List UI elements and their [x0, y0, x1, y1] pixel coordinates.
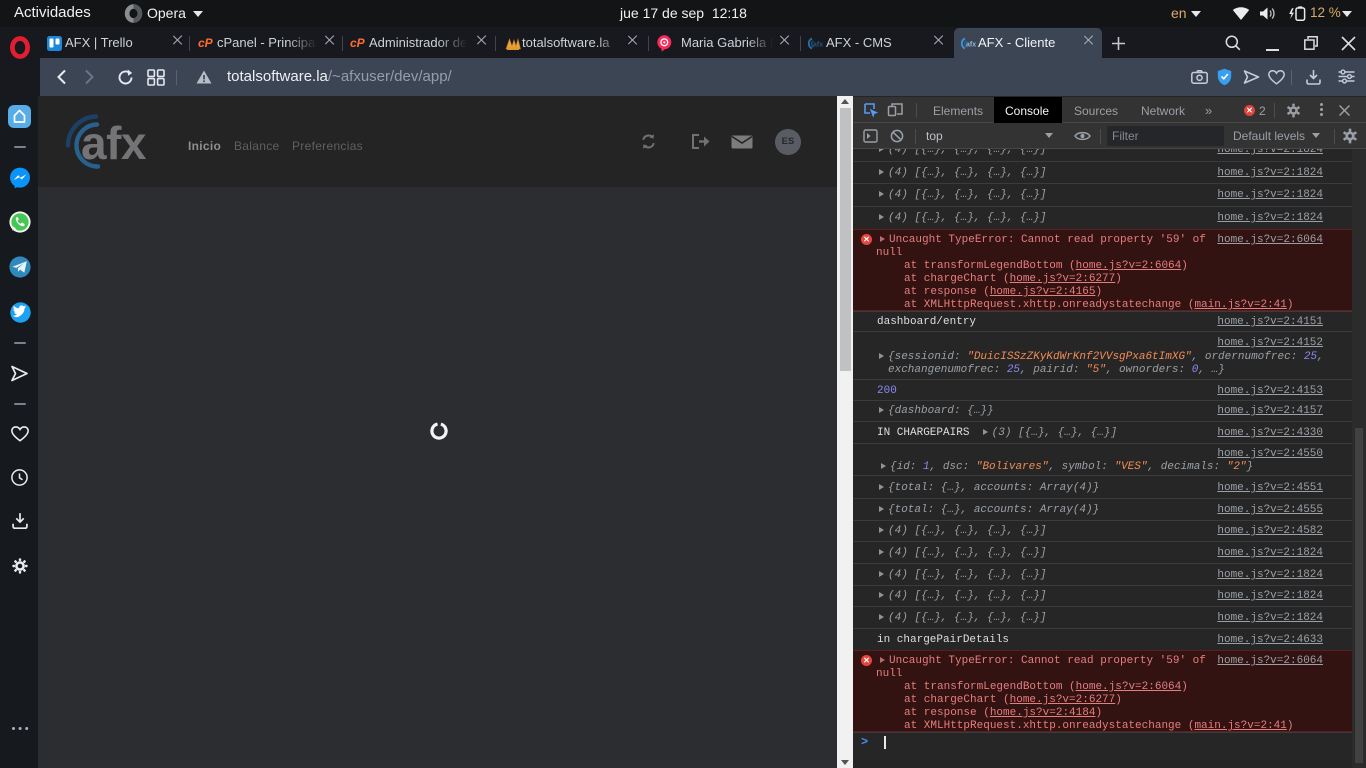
svg-text:afx: afx [966, 42, 976, 49]
svg-text:afx: afx [813, 42, 823, 49]
